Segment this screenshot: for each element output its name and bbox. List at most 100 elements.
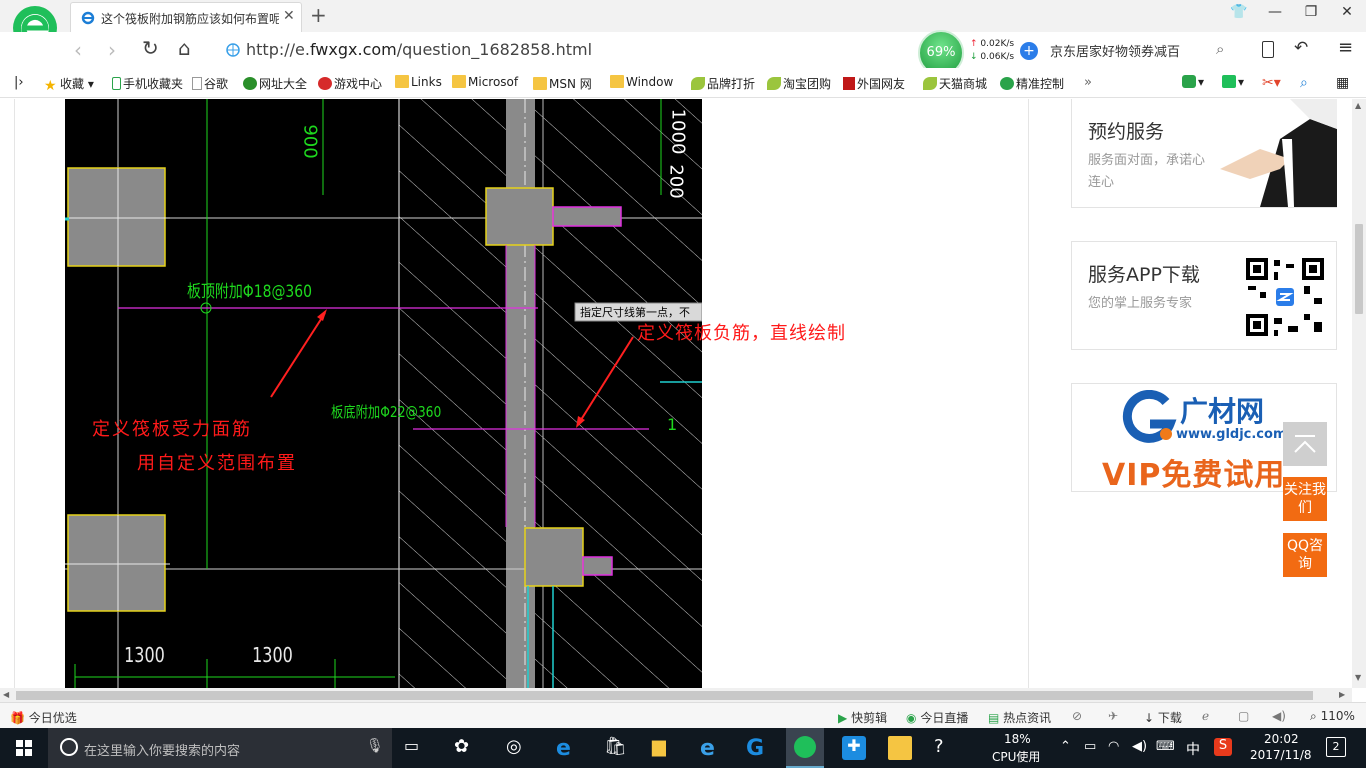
- notes-icon[interactable]: [888, 736, 912, 760]
- news-icon: ▤: [988, 711, 1000, 725]
- bookmark-foreign[interactable]: 外国网友: [843, 75, 905, 92]
- vertical-scrollbar[interactable]: ▲ ▼: [1352, 99, 1366, 688]
- bookmark-windows[interactable]: Window: [610, 75, 673, 89]
- qq-consult-button[interactable]: QQ咨询: [1283, 533, 1327, 577]
- restore-icon[interactable]: ❐: [1298, 4, 1324, 26]
- back-icon[interactable]: ‹: [74, 38, 82, 62]
- translate-icon[interactable]: ▾: [1222, 75, 1244, 89]
- annotation-custom-range: 用自定义范围布置: [137, 453, 297, 474]
- bookmark-precision[interactable]: 精准控制: [1000, 75, 1064, 92]
- home-icon[interactable]: ⌂: [178, 36, 191, 60]
- status-quick-edit[interactable]: ▶ 快剪辑: [838, 709, 887, 726]
- scissors-icon[interactable]: ✂▾: [1262, 75, 1281, 91]
- taskbar-search[interactable]: 在这里输入你要搜索的内容 🎙: [48, 728, 392, 768]
- zoom-level[interactable]: ⌕ 110%: [1310, 709, 1355, 724]
- notification-center-icon[interactable]: 2: [1326, 737, 1346, 757]
- help-app-icon[interactable]: ?: [934, 736, 958, 760]
- menu-icon[interactable]: ≡: [1338, 37, 1353, 58]
- bookmark-msn[interactable]: MSN 网: [533, 75, 592, 92]
- follow-us-button[interactable]: 关注我们: [1283, 477, 1327, 521]
- rebar-label-top: 板顶附加Φ18@360: [187, 282, 313, 302]
- status-live[interactable]: ◉ 今日直播: [906, 709, 968, 726]
- scroll-thumb[interactable]: [16, 691, 1313, 700]
- status-bar: 🎁 今日优选 ▶ 快剪辑 ◉ 今日直播 ▤ 热点资讯 ⊘ ✈ ↓ 下载 ℯ ▢ …: [0, 702, 1366, 728]
- bookmark-microsoft[interactable]: Microsof: [452, 75, 518, 89]
- divider: [1028, 99, 1029, 688]
- net-speed: ↑ 0.02K/s ↓ 0.06K/s: [970, 39, 1015, 62]
- yen-shield-icon[interactable]: ▾: [1182, 75, 1204, 89]
- magnifier-icon[interactable]: ⌕: [1300, 75, 1308, 91]
- forward-icon[interactable]: ›: [108, 38, 116, 62]
- task-view-icon[interactable]: ▭: [404, 736, 428, 760]
- status-tool-icon[interactable]: ⊘: [1072, 709, 1082, 723]
- scroll-right-icon[interactable]: ▶: [1339, 690, 1345, 699]
- more-bookmarks-icon[interactable]: »: [1084, 75, 1092, 90]
- url-field[interactable]: http://e.fwxgx.com/question_1682858.html: [226, 38, 926, 62]
- shirt-skin-icon[interactable]: 👕: [1226, 4, 1252, 26]
- tray-up-icon[interactable]: ⌃: [1060, 739, 1071, 754]
- bookmark-tmall[interactable]: 天猫商城: [923, 75, 987, 92]
- page-content: 900 1000 200 1300 1300 1 板顶附加Φ18@360 板底附…: [0, 99, 1352, 688]
- refresh-icon[interactable]: ↻: [142, 36, 159, 60]
- service-card[interactable]: 预约服务 服务面对面，承诺心连心: [1071, 99, 1337, 208]
- bookmark-sites[interactable]: 网址大全: [243, 75, 307, 92]
- sogou-icon[interactable]: S: [1214, 738, 1232, 756]
- ime-indicator[interactable]: 中: [1186, 739, 1200, 759]
- bookmark-mobile[interactable]: 手机收藏夹: [112, 75, 183, 92]
- bookmark-links[interactable]: Links: [395, 75, 442, 89]
- taskbar-search-placeholder: 在这里输入你要搜索的内容: [84, 744, 241, 759]
- search-icon[interactable]: ⌕: [1216, 40, 1224, 58]
- scroll-thumb[interactable]: [1355, 224, 1363, 314]
- app-download-card[interactable]: 服务APP下载 您的掌上服务专家: [1071, 241, 1337, 350]
- status-download[interactable]: ↓ 下载: [1144, 709, 1182, 726]
- today-picks[interactable]: 🎁 今日优选: [10, 709, 77, 726]
- zoom-icon: ⌕: [1310, 709, 1317, 723]
- status-ie-icon[interactable]: ℯ: [1202, 709, 1209, 723]
- bookmark-google[interactable]: 谷歌: [192, 75, 228, 92]
- status-news[interactable]: ▤ 热点资讯: [988, 709, 1051, 726]
- battery-icon[interactable]: ▭: [1084, 739, 1096, 754]
- minimize-icon[interactable]: —: [1262, 4, 1288, 26]
- tab-active[interactable]: 这个筏板附加钢筋应该如何布置呢 ✕: [70, 2, 302, 32]
- apps-grid-icon[interactable]: ▦: [1336, 75, 1349, 91]
- new-tab-icon[interactable]: +: [310, 3, 327, 27]
- horizontal-scrollbar[interactable]: ◀ ▶: [0, 688, 1352, 702]
- sidebar-toggle-icon[interactable]: |›: [14, 75, 24, 90]
- bookmark-favorites[interactable]: ★ 收藏 ▾: [44, 75, 94, 93]
- browser-taskbar-icon[interactable]: [786, 728, 824, 768]
- scroll-up-icon[interactable]: ▲: [1355, 101, 1361, 110]
- scroll-left-icon[interactable]: ◀: [3, 690, 9, 699]
- app-download-desc: 您的掌上服务专家: [1088, 296, 1193, 311]
- folder-icon: [533, 77, 547, 90]
- bookmark-brand-discount[interactable]: 品牌打折: [691, 75, 755, 92]
- status-window-icon[interactable]: ▢: [1238, 709, 1249, 723]
- status-volume-icon[interactable]: ◀): [1272, 709, 1286, 723]
- bookmark-games[interactable]: 游戏中心: [318, 75, 382, 92]
- pinwheel-icon[interactable]: ✿: [454, 736, 478, 760]
- microphone-icon[interactable]: 🎙: [366, 738, 384, 754]
- globe-icon: [226, 43, 240, 57]
- status-pin-icon[interactable]: ✈: [1108, 709, 1118, 723]
- wifi-icon[interactable]: ◠: [1108, 739, 1119, 754]
- back-to-top-button[interactable]: [1283, 422, 1327, 466]
- bookmarks-bar: |› ★ 收藏 ▾ 手机收藏夹 谷歌 网址大全 游戏中心 Links Micros…: [0, 68, 1366, 98]
- app-icon[interactable]: ◎: [506, 736, 530, 760]
- scroll-down-icon[interactable]: ▼: [1355, 673, 1361, 682]
- bookmark-taobao[interactable]: 淘宝团购: [767, 75, 831, 92]
- accelerate-icon[interactable]: +: [1020, 42, 1038, 60]
- search-hint[interactable]: 京东居家好物领券减百: [1050, 41, 1180, 60]
- keyboard-icon[interactable]: ⌨: [1156, 739, 1175, 754]
- store-icon[interactable]: 🛍: [604, 736, 628, 760]
- cad-tooltip: 指定尺寸线第一点，不: [580, 306, 690, 319]
- ie-icon[interactable]: e: [700, 736, 724, 761]
- close-window-icon[interactable]: ✕: [1334, 4, 1360, 26]
- plus-app-icon[interactable]: ✚: [842, 736, 866, 760]
- start-button[interactable]: [0, 728, 48, 768]
- explorer-icon[interactable]: ▆: [652, 736, 676, 760]
- glodon-icon[interactable]: G: [746, 736, 770, 761]
- tab-close-icon[interactable]: ✕: [283, 8, 295, 24]
- edge-icon[interactable]: e: [556, 736, 580, 761]
- volume-icon[interactable]: ◀): [1132, 739, 1147, 754]
- undo-icon[interactable]: ↶: [1294, 38, 1308, 58]
- mobile-icon[interactable]: [1262, 41, 1274, 58]
